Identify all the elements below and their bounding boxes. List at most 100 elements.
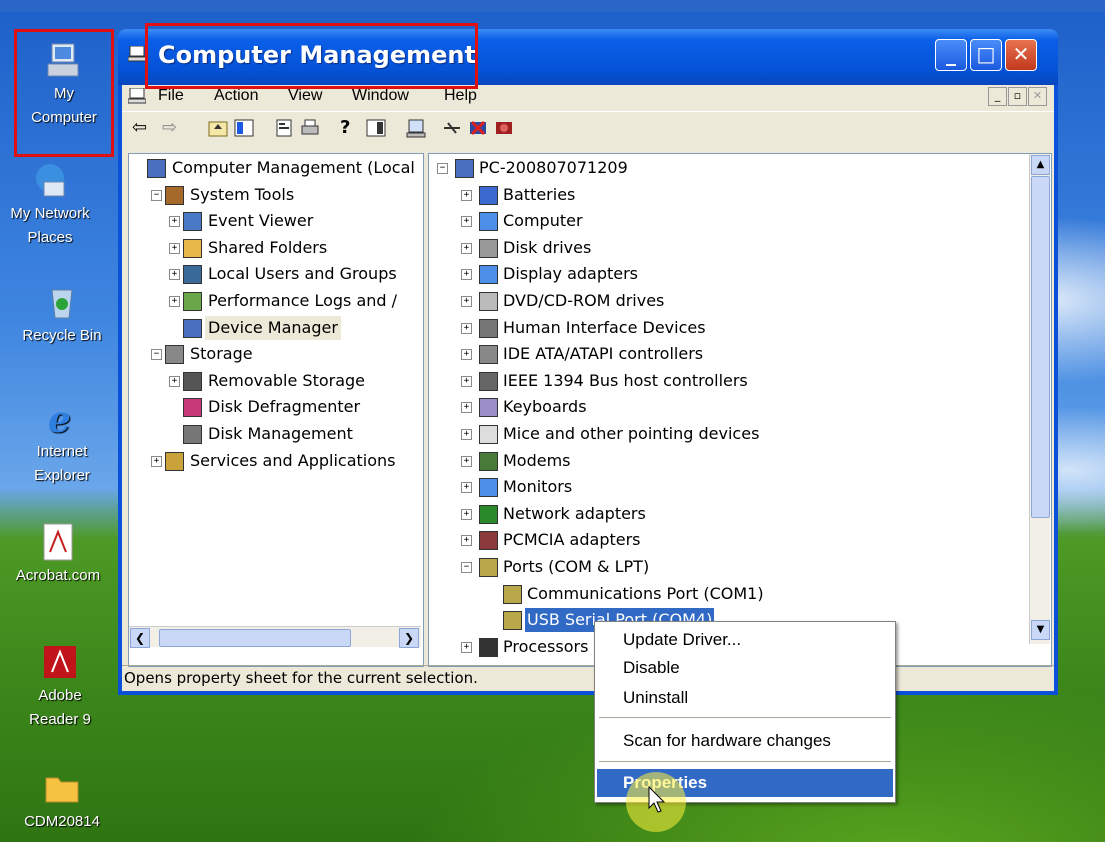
tree-item-services-and-applications[interactable]: + Services and Applications: [129, 449, 421, 473]
device-item-batteries[interactable]: + Batteries: [429, 183, 1027, 207]
show-hide-action-pane-icon[interactable]: [366, 118, 386, 138]
device-icon: [479, 292, 498, 311]
expand-icon[interactable]: +: [461, 189, 472, 201]
tree-item-performance-logs[interactable]: + Performance Logs and /: [129, 289, 421, 313]
menu-view[interactable]: View: [288, 87, 322, 105]
menu-file[interactable]: File: [158, 87, 184, 105]
node-icon: [183, 212, 202, 232]
expand-icon[interactable]: +: [169, 296, 180, 307]
device-item-computer[interactable]: + Computer: [429, 209, 1027, 233]
uninstall-device-icon[interactable]: [494, 118, 514, 138]
scan-hardware-icon[interactable]: [406, 118, 426, 138]
expand-icon[interactable]: +: [461, 269, 472, 281]
expand-icon[interactable]: +: [461, 429, 472, 440]
device-item-network-adapters[interactable]: + Network adapters: [429, 502, 1027, 526]
menu-action[interactable]: Action: [214, 87, 258, 105]
mdi-close-button[interactable]: ✕: [1028, 87, 1047, 106]
scroll-up-arrow[interactable]: ▲: [1031, 155, 1050, 175]
tree-item-event-viewer[interactable]: + Event Viewer: [129, 209, 421, 233]
device-item-ide-ata-controllers[interactable]: + IDE ATA/ATAPI controllers: [429, 342, 1027, 366]
menu-item-update-driver[interactable]: Update Driver...: [597, 626, 893, 654]
tree-item-disk-defragmenter[interactable]: Disk Defragmenter: [129, 395, 421, 419]
scroll-thumb[interactable]: [159, 629, 351, 647]
adobe-reader-desktop-icon[interactable]: Adobe Reader 9: [10, 642, 110, 732]
device-item-pcmcia-adapters[interactable]: + PCMCIA adapters: [429, 528, 1027, 552]
my-network-places-desktop-icon[interactable]: My Network Places: [0, 160, 100, 250]
horizontal-scrollbar[interactable]: ❮ ❯: [129, 626, 421, 648]
device-icon: [479, 531, 498, 551]
menu-item-scan-hardware[interactable]: Scan for hardware changes: [597, 727, 893, 755]
tree-item-device-manager[interactable]: Device Manager: [129, 315, 421, 340]
device-item-monitors[interactable]: + Monitors: [429, 475, 1027, 499]
device-item-modems[interactable]: + Modems: [429, 449, 1027, 473]
expand-icon[interactable]: +: [461, 455, 472, 467]
vertical-scrollbar[interactable]: ▲ ▼: [1029, 154, 1050, 644]
expand-icon[interactable]: +: [461, 482, 472, 494]
properties-icon[interactable]: [274, 118, 294, 138]
tree-item-storage[interactable]: − Storage: [129, 342, 421, 366]
collapse-icon[interactable]: −: [151, 189, 162, 201]
internet-explorer-desktop-icon[interactable]: e Internet Explorer: [12, 398, 112, 488]
minimize-button[interactable]: _: [935, 39, 967, 71]
scroll-right-arrow[interactable]: ❯: [399, 628, 419, 648]
expand-icon[interactable]: +: [461, 296, 472, 307]
expand-icon[interactable]: +: [461, 535, 472, 547]
scroll-thumb[interactable]: [1031, 176, 1050, 518]
collapse-icon[interactable]: −: [461, 562, 472, 573]
menu-help[interactable]: Help: [444, 87, 477, 105]
mdi-restore-button[interactable]: ▫: [1008, 87, 1027, 106]
device-item-ieee-1394-controllers[interactable]: + IEEE 1394 Bus host controllers: [429, 369, 1027, 393]
menu-item-uninstall[interactable]: Uninstall: [597, 684, 893, 712]
show-hide-console-tree-icon[interactable]: [234, 118, 254, 138]
cdm-folder-desktop-icon[interactable]: CDM20814: [12, 768, 112, 834]
device-item-disk-drives[interactable]: + Disk drives: [429, 236, 1027, 260]
expand-icon[interactable]: +: [461, 508, 472, 520]
menu-window[interactable]: Window: [352, 87, 409, 105]
forward-arrow-icon[interactable]: ⇨: [162, 118, 182, 138]
device-item-mice[interactable]: + Mice and other pointing devices: [429, 422, 1027, 446]
print-icon[interactable]: [300, 118, 320, 138]
device-item-computer-root[interactable]: − PC-200807071209: [429, 156, 1027, 180]
scroll-down-arrow[interactable]: ▼: [1031, 620, 1050, 640]
device-item-dvd-cd-rom-drives[interactable]: + DVD/CD-ROM drives: [429, 289, 1027, 313]
collapse-icon[interactable]: −: [437, 163, 448, 174]
recycle-bin-desktop-icon[interactable]: Recycle Bin: [12, 282, 112, 348]
tree-item-shared-folders[interactable]: + Shared Folders: [129, 236, 421, 260]
expand-icon[interactable]: +: [169, 269, 180, 281]
expand-icon[interactable]: +: [461, 641, 472, 653]
scroll-left-arrow[interactable]: ❮: [130, 628, 150, 648]
menu-item-disable[interactable]: Disable: [597, 654, 893, 682]
expand-icon[interactable]: +: [169, 375, 180, 387]
node-icon: [183, 371, 202, 391]
mdi-minimize-button[interactable]: _: [988, 87, 1007, 106]
expand-icon[interactable]: +: [461, 402, 472, 414]
expand-icon[interactable]: +: [461, 375, 472, 387]
expand-icon[interactable]: +: [461, 349, 472, 361]
device-item-keyboards[interactable]: + Keyboards: [429, 395, 1027, 419]
device-item-display-adapters[interactable]: + Display adapters: [429, 262, 1027, 286]
expand-icon[interactable]: +: [461, 242, 472, 254]
tree-item-computer-management-root[interactable]: Computer Management (Local: [129, 156, 421, 180]
disable-device-icon[interactable]: [468, 118, 488, 138]
tree-item-disk-management[interactable]: Disk Management: [129, 422, 421, 446]
expand-icon[interactable]: +: [169, 242, 180, 254]
expand-icon[interactable]: +: [461, 216, 472, 228]
help-icon[interactable]: ?: [340, 118, 360, 138]
device-item-human-interface-devices[interactable]: + Human Interface Devices: [429, 316, 1027, 340]
device-item-ports[interactable]: − Ports (COM & LPT): [429, 555, 1027, 579]
tree-item-removable-storage[interactable]: + Removable Storage: [129, 369, 421, 393]
back-arrow-icon[interactable]: ⇦: [132, 118, 152, 138]
remove-device-icon[interactable]: [442, 118, 462, 138]
expand-icon[interactable]: +: [151, 455, 162, 467]
maximize-button[interactable]: □: [970, 39, 1002, 71]
expand-icon[interactable]: +: [169, 216, 180, 228]
up-one-level-icon[interactable]: [208, 118, 228, 138]
node-icon: [165, 185, 184, 205]
tree-item-system-tools[interactable]: − System Tools: [129, 183, 421, 207]
expand-icon[interactable]: +: [461, 322, 472, 334]
acrobat-com-desktop-icon[interactable]: Acrobat.com: [8, 522, 108, 588]
device-item-communications-port[interactable]: Communications Port (COM1): [429, 582, 1027, 606]
tree-item-local-users-and-groups[interactable]: + Local Users and Groups: [129, 262, 421, 286]
collapse-icon[interactable]: −: [151, 349, 162, 361]
close-button[interactable]: ✕: [1005, 39, 1037, 71]
